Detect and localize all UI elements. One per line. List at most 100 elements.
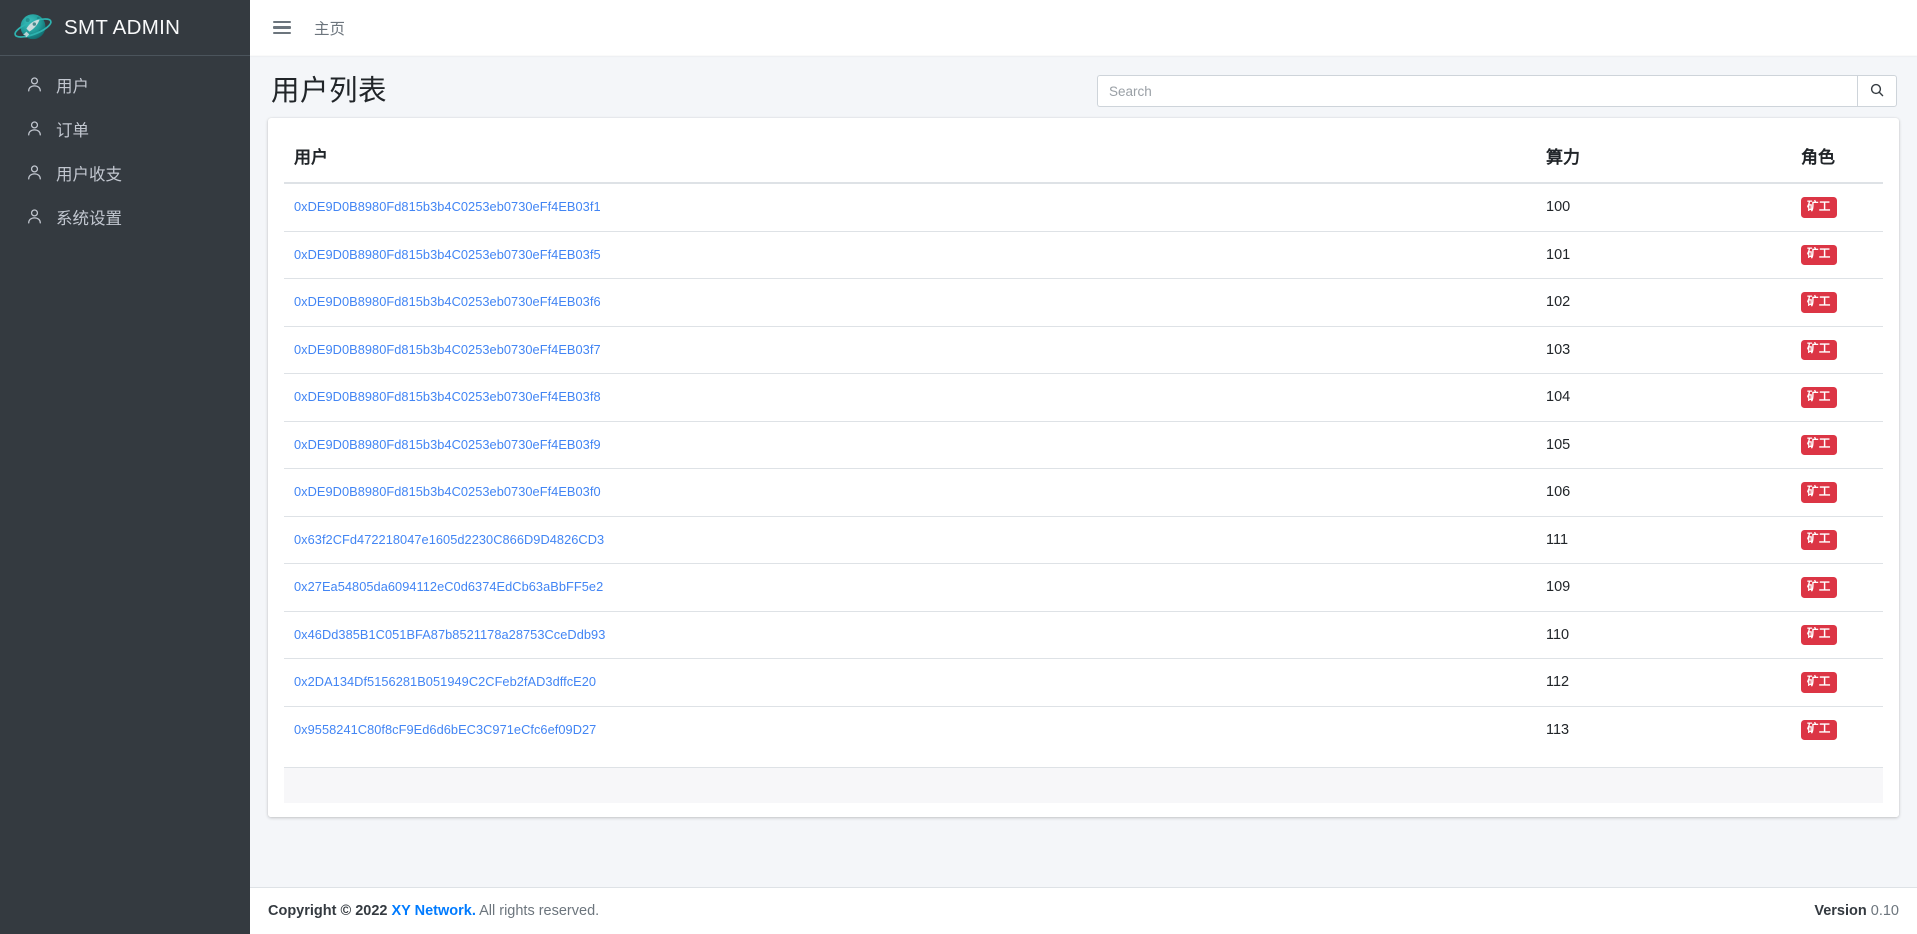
role-badge: 矿工	[1801, 387, 1837, 408]
user-icon	[23, 206, 45, 228]
cell-role: 矿工	[1791, 230, 1883, 279]
cell-power: 111	[1536, 515, 1791, 564]
card-body-spacer	[268, 753, 1899, 768]
users-table: 用户 算力 角色 0xDE9D0B8980Fd815b3b4C0253eb073…	[284, 132, 1883, 754]
navbar-item-home[interactable]: 主页	[301, 9, 358, 47]
search-group	[1097, 75, 1897, 108]
brand-link[interactable]: SMT ADMIN	[0, 0, 250, 56]
cell-power: 109	[1536, 563, 1791, 612]
user-address-link[interactable]: 0x63f2CFd472218047e1605d2230C866D9D4826C…	[294, 532, 604, 547]
cell-power: 104	[1536, 373, 1791, 422]
sidebar-item-orders[interactable]: 订单	[0, 107, 250, 150]
role-badge: 矿工	[1801, 719, 1837, 741]
page-title: 用户列表	[271, 75, 388, 107]
role-badge: 矿工	[1801, 292, 1837, 313]
table-header-row: 用户 算力 角色	[284, 132, 1883, 185]
users-table-head: 用户 算力 角色	[284, 132, 1883, 185]
users-table-body: 0xDE9D0B8980Fd815b3b4C0253eb0730eFf4EB03…	[284, 182, 1883, 754]
card-footer	[284, 767, 1883, 804]
sidebar-item-users[interactable]: 用户	[0, 63, 250, 106]
table-row: 0x27Ea54805da6094112eC0d6374EdCb63aBbFF5…	[284, 563, 1883, 612]
brand-title: SMT ADMIN	[64, 15, 181, 39]
table-row: 0xDE9D0B8980Fd815b3b4C0253eb0730eFf4EB03…	[284, 325, 1883, 374]
user-address-link[interactable]: 0xDE9D0B8980Fd815b3b4C0253eb0730eFf4EB03…	[294, 484, 601, 499]
cell-power: 102	[1536, 278, 1791, 327]
sidebar-link-system-settings[interactable]: 系统设置	[8, 195, 242, 238]
cell-power: 100	[1536, 182, 1791, 232]
cell-role: 矿工	[1791, 373, 1883, 422]
cell-role: 矿工	[1791, 325, 1883, 374]
table-row: 0xDE9D0B8980Fd815b3b4C0253eb0730eFf4EB03…	[284, 230, 1883, 279]
sidebar: SMT ADMIN 用户 订单 用户收支 系统设置	[0, 0, 250, 934]
sidebar-nav: 用户 订单 用户收支 系统设置	[0, 56, 250, 238]
role-badge: 矿工	[1801, 244, 1837, 266]
top-navbar: 主页	[250, 0, 1917, 56]
role-badge: 矿工	[1801, 577, 1837, 598]
sidebar-item-system-settings[interactable]: 系统设置	[0, 195, 250, 238]
navbar-link-home[interactable]: 主页	[301, 9, 358, 47]
cell-power: 103	[1536, 325, 1791, 374]
header-row: 用户列表	[268, 74, 1899, 108]
sidebar-label-orders: 订单	[56, 121, 89, 140]
user-address-link[interactable]: 0x27Ea54805da6094112eC0d6374EdCb63aBbFF5…	[294, 579, 603, 594]
menu-toggle-button[interactable]	[263, 9, 301, 47]
user-address-link[interactable]: 0x2DA134Df5156281B051949C2CFeb2fAD3dffcE…	[294, 674, 596, 689]
user-address-link[interactable]: 0xDE9D0B8980Fd815b3b4C0253eb0730eFf4EB03…	[294, 294, 601, 309]
user-address-link[interactable]: 0xDE9D0B8980Fd815b3b4C0253eb0730eFf4EB03…	[294, 342, 601, 357]
sidebar-label-users: 用户	[56, 77, 89, 96]
footer-company-link[interactable]: XY Network.	[392, 903, 476, 919]
cell-role: 矿工	[1791, 658, 1883, 707]
cell-user: 0x46Dd385B1C051BFA87b8521178a28753CceDdb…	[284, 610, 1536, 659]
cell-power: 112	[1536, 658, 1791, 707]
user-address-link[interactable]: 0xDE9D0B8980Fd815b3b4C0253eb0730eFf4EB03…	[294, 247, 601, 262]
table-row: 0xDE9D0B8980Fd815b3b4C0253eb0730eFf4EB03…	[284, 278, 1883, 327]
footer-copyright-text: Copyright © 2022	[268, 903, 388, 919]
column-header-power: 算力	[1536, 132, 1791, 185]
cell-role: 矿工	[1791, 182, 1883, 232]
footer-version: Version 0.10	[1814, 903, 1899, 919]
cell-power: 106	[1536, 468, 1791, 517]
planet-rocket-icon	[12, 7, 54, 49]
cell-power: 113	[1536, 705, 1791, 754]
footer-copyright: Copyright © 2022 XY Network. All rights …	[268, 903, 599, 919]
cell-power: 105	[1536, 420, 1791, 469]
user-address-link[interactable]: 0x46Dd385B1C051BFA87b8521178a28753CceDdb…	[294, 627, 605, 642]
cell-user: 0xDE9D0B8980Fd815b3b4C0253eb0730eFf4EB03…	[284, 278, 1536, 327]
content-header: 用户列表	[250, 56, 1917, 118]
table-row: 0xDE9D0B8980Fd815b3b4C0253eb0730eFf4EB03…	[284, 420, 1883, 469]
sidebar-item-user-balance[interactable]: 用户收支	[0, 151, 250, 194]
cell-power: 101	[1536, 230, 1791, 279]
user-address-link[interactable]: 0x9558241C80f8cF9Ed6d6bEC3C971eCfc6ef09D…	[294, 722, 596, 737]
navbar-item-toggle[interactable]	[250, 9, 301, 47]
cell-user: 0xDE9D0B8980Fd815b3b4C0253eb0730eFf4EB03…	[284, 182, 1536, 232]
footer-rights-text: All rights reserved.	[479, 903, 600, 919]
hamburger-icon	[273, 20, 291, 35]
cell-role: 矿工	[1791, 705, 1883, 754]
search-input[interactable]	[1097, 75, 1857, 108]
cell-role: 矿工	[1791, 610, 1883, 659]
footer-version-label: Version	[1814, 903, 1867, 919]
role-badge: 矿工	[1801, 197, 1837, 218]
users-card: 用户 算力 角色 0xDE9D0B8980Fd815b3b4C0253eb073…	[268, 118, 1899, 818]
user-address-link[interactable]: 0xDE9D0B8980Fd815b3b4C0253eb0730eFf4EB03…	[294, 199, 601, 214]
sidebar-link-user-balance[interactable]: 用户收支	[8, 151, 242, 194]
cell-user: 0x27Ea54805da6094112eC0d6374EdCb63aBbFF5…	[284, 563, 1536, 612]
sidebar-link-orders[interactable]: 订单	[8, 107, 242, 150]
table-row: 0x9558241C80f8cF9Ed6d6bEC3C971eCfc6ef09D…	[284, 705, 1883, 754]
cell-role: 矿工	[1791, 515, 1883, 564]
role-badge: 矿工	[1801, 624, 1837, 646]
sidebar-label-user-balance: 用户收支	[56, 165, 122, 184]
table-row: 0xDE9D0B8980Fd815b3b4C0253eb0730eFf4EB03…	[284, 373, 1883, 422]
cell-role: 矿工	[1791, 563, 1883, 612]
sidebar-link-users[interactable]: 用户	[8, 63, 242, 106]
user-icon	[23, 162, 45, 184]
cell-user: 0xDE9D0B8980Fd815b3b4C0253eb0730eFf4EB03…	[284, 420, 1536, 469]
search-button[interactable]	[1857, 75, 1897, 108]
cell-power: 110	[1536, 610, 1791, 659]
table-row: 0x46Dd385B1C051BFA87b8521178a28753CceDdb…	[284, 610, 1883, 659]
user-address-link[interactable]: 0xDE9D0B8980Fd815b3b4C0253eb0730eFf4EB03…	[294, 437, 601, 452]
user-address-link[interactable]: 0xDE9D0B8980Fd815b3b4C0253eb0730eFf4EB03…	[294, 389, 601, 404]
cell-user: 0x9558241C80f8cF9Ed6d6bEC3C971eCfc6ef09D…	[284, 705, 1536, 754]
page-footer: Copyright © 2022 XY Network. All rights …	[250, 887, 1917, 934]
cell-role: 矿工	[1791, 278, 1883, 327]
